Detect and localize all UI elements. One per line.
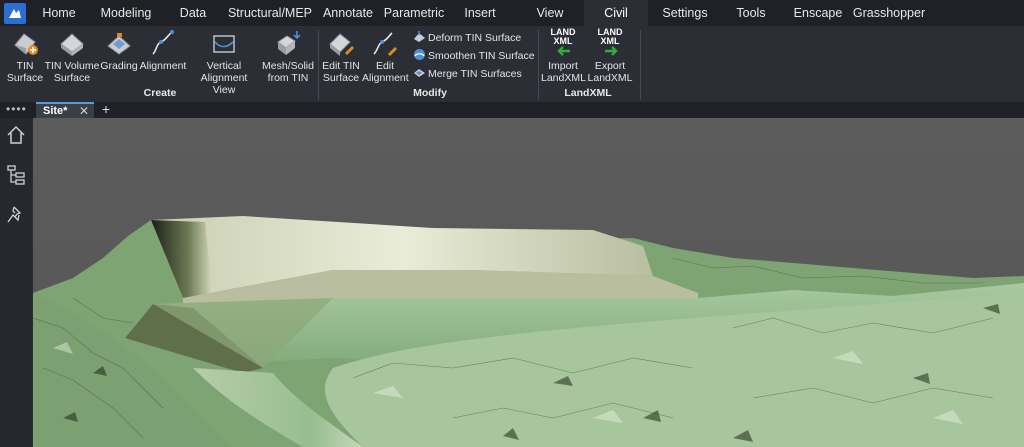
tab-annotate[interactable]: Annotate — [318, 0, 378, 26]
grading-button[interactable]: Grading — [100, 28, 138, 72]
export-landxml-icon-text: LAND XML — [597, 27, 623, 46]
import-landxml-icon: LAND XML — [548, 28, 578, 58]
tab-grasshopper[interactable]: Grasshopper — [852, 0, 926, 26]
close-icon[interactable]: ✕ — [79, 104, 89, 118]
ribbon-separator — [640, 30, 641, 100]
grading-label: Grading — [100, 60, 138, 72]
tin-volume-surface-icon — [57, 28, 87, 58]
modify-group-title: Modify — [413, 87, 447, 99]
tab-tools[interactable]: Tools — [728, 0, 774, 26]
tin-volume-surface-button[interactable]: TIN Volume Surface — [44, 28, 100, 84]
document-tab-site[interactable]: Site* ✕ — [36, 102, 94, 118]
create-group-title: Create — [143, 87, 177, 99]
smoothen-tin-surface-label: Smoothen TIN Surface — [428, 50, 535, 62]
overflow-dots-icon[interactable]: •••• — [6, 102, 27, 116]
edit-tin-surface-icon — [326, 28, 356, 58]
model-viewport[interactable] — [33, 118, 1024, 447]
deform-tin-surface-icon — [413, 30, 426, 43]
tab-civil[interactable]: Civil — [584, 0, 648, 26]
ribbon-tab-bar: Home Modeling Data Structural/MEP Annota… — [0, 0, 1024, 26]
tab-home[interactable]: Home — [32, 0, 86, 26]
tin-surface-icon — [10, 28, 40, 58]
structure-tree-icon[interactable] — [5, 164, 27, 186]
alignment-label: Alignment — [139, 60, 187, 72]
tab-parametric[interactable]: Parametric — [382, 0, 446, 26]
import-landxml-label: Import LandXML — [541, 60, 586, 84]
export-landxml-icon: LAND XML — [595, 28, 625, 58]
tab-insert[interactable]: Insert — [456, 0, 504, 26]
ribbon-separator — [538, 30, 539, 100]
tin-surface-label: TIN Surface — [6, 60, 44, 84]
tab-enscape[interactable]: Enscape — [790, 0, 846, 26]
ribbon-panel: TIN Surface TIN Volume Surface Grading A… — [0, 26, 1024, 102]
pin-icon[interactable] — [5, 204, 27, 226]
tab-view[interactable]: View — [528, 0, 572, 26]
terrain-model — [33, 118, 1024, 447]
mesh-solid-from-tin-button[interactable]: Mesh/Solid from TIN — [260, 28, 316, 84]
deform-tin-surface-button[interactable]: Deform TIN Surface — [413, 29, 521, 47]
export-landxml-button[interactable]: LAND XML Export LandXML — [585, 28, 635, 85]
edit-tin-surface-button[interactable]: Edit TIN Surface — [320, 28, 362, 84]
mesh-solid-from-tin-icon — [273, 28, 303, 58]
edit-alignment-icon — [370, 28, 400, 58]
document-tab-bar: •••• Site* ✕ + — [0, 102, 1024, 118]
smoothen-tin-surface-icon — [413, 48, 426, 61]
import-landxml-icon-text: LAND XML — [550, 27, 576, 46]
vertical-alignment-view-icon — [209, 28, 239, 58]
merge-tin-surfaces-icon — [413, 66, 426, 79]
alignment-button[interactable]: Alignment — [138, 28, 188, 72]
alignment-icon — [148, 28, 178, 58]
grading-icon — [104, 28, 134, 58]
document-tab-label: Site* — [43, 105, 68, 117]
merge-tin-surfaces-label: Merge TIN Surfaces — [428, 68, 522, 80]
edit-tin-surface-label: Edit TIN Surface — [322, 60, 360, 84]
left-sidebar — [0, 118, 32, 447]
smoothen-tin-surface-button[interactable]: Smoothen TIN Surface — [413, 47, 535, 65]
edit-alignment-button[interactable]: Edit Alignment — [362, 28, 409, 84]
tin-volume-surface-label: TIN Volume Surface — [44, 60, 100, 84]
deform-tin-surface-label: Deform TIN Surface — [428, 32, 522, 44]
edit-alignment-label: Edit Alignment — [362, 60, 409, 84]
tab-structural-mep[interactable]: Structural/MEP — [224, 0, 316, 26]
tin-surface-button[interactable]: TIN Surface — [4, 28, 46, 84]
export-landxml-label: Export LandXML — [587, 60, 633, 84]
tab-data[interactable]: Data — [170, 0, 216, 26]
landxml-group-title: LandXML — [564, 87, 612, 99]
mesh-solid-from-tin-label: Mesh/Solid from TIN — [262, 60, 314, 84]
ribbon-separator — [318, 30, 319, 100]
merge-tin-surfaces-button[interactable]: Merge TIN Surfaces — [413, 65, 522, 83]
tab-settings[interactable]: Settings — [658, 0, 712, 26]
app-logo-icon[interactable] — [4, 3, 26, 24]
import-landxml-button[interactable]: LAND XML Import LandXML — [541, 28, 586, 85]
new-tab-button[interactable]: + — [99, 102, 113, 118]
home-icon[interactable] — [5, 124, 27, 146]
vertical-alignment-view-button[interactable]: Vertical Alignment View — [188, 28, 260, 96]
tab-modeling[interactable]: Modeling — [90, 0, 162, 26]
